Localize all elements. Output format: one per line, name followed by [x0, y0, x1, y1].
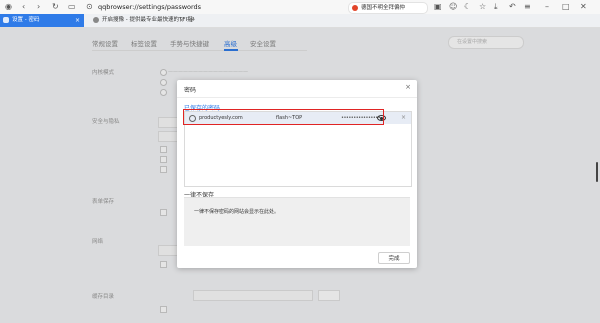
highlight-annotation	[183, 109, 384, 125]
tab-search[interactable]: 开启搜豫 - 提供最专业最快速的TFI指! ×	[92, 14, 195, 27]
search-engine-icon	[352, 5, 358, 11]
undo-icon[interactable]: ↶	[509, 2, 516, 12]
tab-close-icon[interactable]: ×	[75, 14, 80, 27]
download-icon[interactable]: ⤓	[494, 2, 498, 12]
favorite-icon[interactable]: ☆	[479, 2, 486, 12]
dialog-title: 密码	[184, 87, 197, 94]
reader-icon[interactable]: ▭	[68, 2, 76, 12]
search-suggestion-pill[interactable]: 德国不明全拜偏仲	[348, 2, 428, 14]
tab-bar: 设置 - 密码 × 开启搜豫 - 提供最专业最快速的TFI指! × +	[0, 14, 600, 28]
account-icon[interactable]: ☺	[449, 2, 457, 12]
close-window-icon[interactable]: ✕	[580, 2, 587, 12]
dialog-divider	[177, 97, 417, 98]
tab-label: 设置 - 密码	[12, 17, 40, 23]
menu-icon[interactable]: ≡	[524, 2, 531, 12]
address-bar[interactable]: qqbrowser://settings/passwords	[98, 1, 201, 13]
search-suggestion-text: 德国不明全拜偏仲	[361, 5, 406, 11]
delete-password-icon[interactable]: ×	[401, 112, 406, 124]
browser-logo-icon[interactable]: ◉	[5, 2, 12, 12]
never-saved-empty-text: 一律不保存密码的网站会显示在此处。	[194, 209, 280, 215]
extension-icon[interactable]: ▣	[434, 2, 442, 12]
site-info-icon[interactable]: ⊙	[86, 2, 93, 12]
new-tab-icon[interactable]: +	[188, 14, 196, 27]
tab-close-icon[interactable]: ×	[179, 14, 184, 27]
close-icon[interactable]: ×	[405, 83, 411, 91]
refresh-icon[interactable]: ↻	[52, 2, 59, 12]
site-favicon-icon	[93, 17, 99, 23]
never-saved-list: 一律不保存密码的网站会显示在此处。	[184, 198, 410, 246]
page-scrollbar[interactable]	[596, 162, 598, 182]
night-mode-icon[interactable]: ☾	[464, 2, 471, 12]
maximize-icon[interactable]: □	[562, 2, 570, 12]
settings-tab-icon	[3, 17, 9, 23]
back-icon[interactable]: ‹	[22, 2, 25, 12]
forward-icon[interactable]: ›	[37, 2, 40, 12]
browser-toolbar: ◉ ‹ › ↻ ▭ ⊙ qqbrowser://settings/passwor…	[0, 0, 600, 14]
done-button[interactable]: 完成	[378, 252, 410, 264]
minimize-icon[interactable]: –	[545, 2, 549, 12]
tab-settings-passwords[interactable]: 设置 - 密码 ×	[0, 14, 84, 27]
